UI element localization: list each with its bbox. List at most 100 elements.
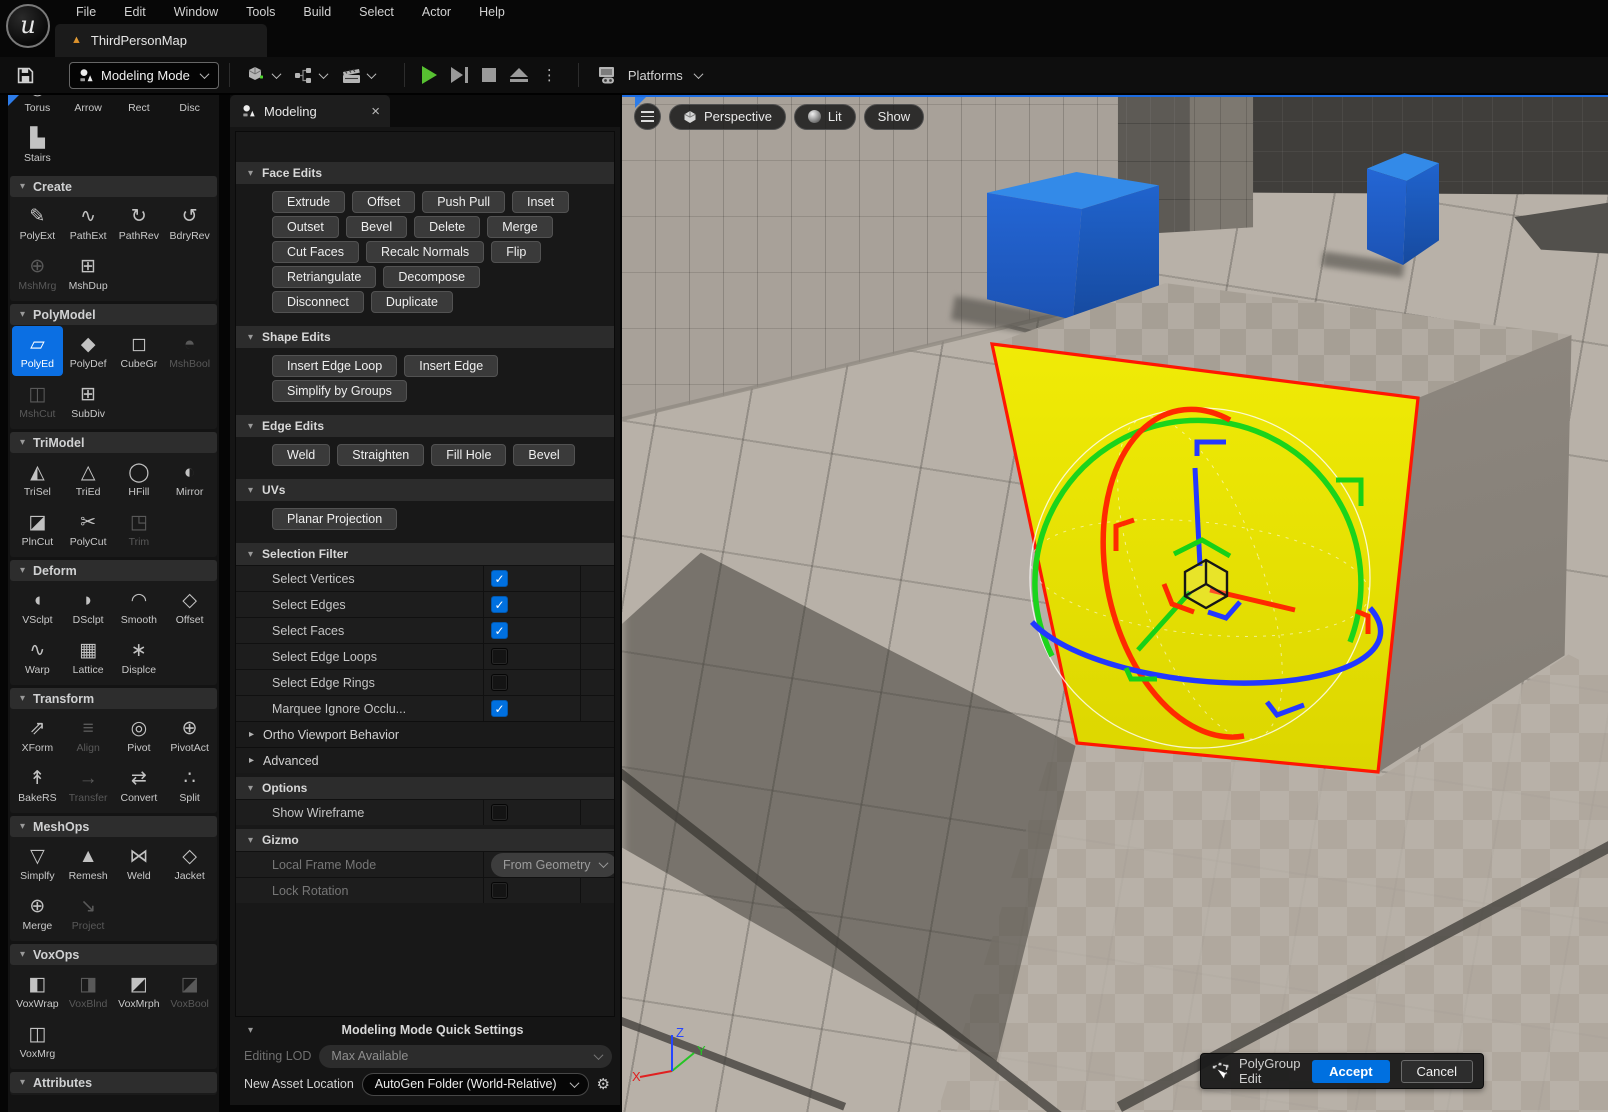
tool-offset[interactable]: ◇Offset <box>164 582 215 632</box>
menu-file[interactable]: File <box>62 0 110 24</box>
section-header-shape-edits[interactable]: ▾Shape Edits <box>236 326 614 348</box>
tool-polycut[interactable]: ✂PolyCut <box>63 504 114 554</box>
blueprints-button[interactable] <box>287 60 334 90</box>
tool-vsclpt[interactable]: ◖VSclpt <box>12 582 63 632</box>
checkbox-select-edge-rings[interactable] <box>491 674 508 691</box>
gizmo-axis-z-blue[interactable] <box>1195 468 1200 566</box>
gizmo-rotate-blue-arc[interactable] <box>1032 608 1381 683</box>
tool-dsclpt[interactable]: ◗DSclpt <box>63 582 114 632</box>
palette-section-meshops[interactable]: ▾MeshOps <box>10 816 217 837</box>
button-decompose[interactable]: Decompose <box>383 266 480 288</box>
tool-trisel[interactable]: ◭TriSel <box>12 454 63 504</box>
cancel-button[interactable]: Cancel <box>1401 1060 1473 1083</box>
section-header-selection-filter[interactable]: ▾Selection Filter <box>236 543 614 565</box>
tool-polydef[interactable]: ◆PolyDef <box>63 326 114 376</box>
button-disconnect[interactable]: Disconnect <box>272 291 364 313</box>
tool-voxmrg[interactable]: ◫VoxMrg <box>12 1016 63 1066</box>
tool-convert[interactable]: ⇄Convert <box>114 760 165 810</box>
palette-section-attributes[interactable]: ▾Attributes <box>10 1072 217 1093</box>
section-header-gizmo[interactable]: ▾Gizmo <box>236 829 614 851</box>
menu-actor[interactable]: Actor <box>408 0 465 24</box>
checkbox-select-vertices[interactable] <box>491 570 508 587</box>
palette-section-polymodel[interactable]: ▾PolyModel <box>10 304 217 325</box>
tool-disc[interactable]: ◑Disc <box>164 95 215 120</box>
tool-plncut[interactable]: ◪PlnCut <box>12 504 63 554</box>
tool-rect[interactable]: ▭Rect <box>114 95 165 120</box>
button-bevel[interactable]: Bevel <box>346 216 407 238</box>
button-retriangulate[interactable]: Retriangulate <box>272 266 376 288</box>
save-button[interactable] <box>10 60 41 90</box>
tool-bdryrev[interactable]: ↺BdryRev <box>164 198 215 248</box>
gizmo-axis-y-green[interactable] <box>1138 592 1190 650</box>
tool-mshdup[interactable]: ⊞MshDup <box>63 248 114 298</box>
tool-pathext[interactable]: ∿PathExt <box>63 198 114 248</box>
cinematics-button[interactable] <box>334 60 382 90</box>
button-planar-projection[interactable]: Planar Projection <box>272 508 397 530</box>
section-header-uvs[interactable]: ▾UVs <box>236 479 614 501</box>
section-header-edge-edits[interactable]: ▾Edge Edits <box>236 415 614 437</box>
eject-button[interactable] <box>503 60 535 90</box>
tool-pivot[interactable]: ◎Pivot <box>114 710 165 760</box>
button-inset[interactable]: Inset <box>512 191 569 213</box>
button-offset[interactable]: Offset <box>352 191 415 213</box>
tool-voxmrph[interactable]: ◩VoxMrph <box>114 966 165 1016</box>
checkbox-select-edge-loops[interactable] <box>491 648 508 665</box>
button-insert-edge-loop[interactable]: Insert Edge Loop <box>272 355 397 377</box>
button-cut-faces[interactable]: Cut Faces <box>272 241 359 263</box>
tool-subdiv[interactable]: ⊞SubDiv <box>63 376 114 426</box>
tool-displce[interactable]: ∗Displce <box>114 632 165 682</box>
menu-build[interactable]: Build <box>289 0 345 24</box>
tool-pivotact[interactable]: ⊕PivotAct <box>164 710 215 760</box>
perspective-dropdown[interactable]: Perspective <box>669 104 786 130</box>
menu-window[interactable]: Window <box>160 0 232 24</box>
button-recalc-normals[interactable]: Recalc Normals <box>366 241 484 263</box>
button-fill-hole[interactable]: Fill Hole <box>431 444 506 466</box>
tool-simplfy[interactable]: ▽Simplfy <box>12 838 63 888</box>
tool-jacket[interactable]: ◇Jacket <box>164 838 215 888</box>
show-flags-dropdown[interactable]: Show <box>864 104 925 130</box>
tool-bakers[interactable]: ↟BakeRS <box>12 760 63 810</box>
checkbox-show-wireframe[interactable] <box>491 804 508 821</box>
play-button[interactable] <box>415 60 444 90</box>
add-actor-button[interactable] <box>240 60 287 90</box>
tool-tried[interactable]: △TriEd <box>63 454 114 504</box>
platforms-dropdown[interactable]: Platforms <box>589 60 709 90</box>
accept-button[interactable]: Accept <box>1312 1060 1389 1083</box>
tool-torus[interactable]: ◎Torus <box>12 95 63 120</box>
gizmo-bracket-blue-top[interactable] <box>1197 442 1226 456</box>
palette-section-transform[interactable]: ▾Transform <box>10 688 217 709</box>
tool-xform[interactable]: ⇗XForm <box>12 710 63 760</box>
menu-help[interactable]: Help <box>465 0 519 24</box>
button-push-pull[interactable]: Push Pull <box>422 191 505 213</box>
palette-section-voxops[interactable]: ▾VoxOps <box>10 944 217 965</box>
section-advanced[interactable]: ▸Advanced <box>236 747 614 773</box>
viewport-3d[interactable]: Perspective Lit Show X Y Z PolyGroup Edi… <box>622 95 1608 1112</box>
rotation-gizmo[interactable] <box>990 368 1410 788</box>
palette-section-deform[interactable]: ▾Deform <box>10 560 217 581</box>
checkbox-marquee-ignore-occlu[interactable] <box>491 700 508 717</box>
tool-hfill[interactable]: ◯HFill <box>114 454 165 504</box>
tab-modeling[interactable]: Modeling × <box>230 95 390 127</box>
button-merge[interactable]: Merge <box>487 216 552 238</box>
tool-arrow[interactable]: ↗Arrow <box>63 95 114 120</box>
mode-selector-dropdown[interactable]: Modeling Mode <box>69 62 219 89</box>
gizmo-plane-handle-green[interactable] <box>1174 540 1230 556</box>
button-simplify-by-groups[interactable]: Simplify by Groups <box>272 380 407 402</box>
palette-section-trimodel[interactable]: ▾TriModel <box>10 432 217 453</box>
button-flip[interactable]: Flip <box>491 241 541 263</box>
tool-polyed[interactable]: ▱PolyEd <box>12 326 63 376</box>
tool-split[interactable]: ∴Split <box>164 760 215 810</box>
checkbox-select-edges[interactable] <box>491 596 508 613</box>
button-weld[interactable]: Weld <box>272 444 330 466</box>
tool-polyext[interactable]: ✎PolyExt <box>12 198 63 248</box>
button-outset[interactable]: Outset <box>272 216 339 238</box>
new-asset-location-dropdown[interactable]: AutoGen Folder (World-Relative) <box>362 1073 589 1096</box>
gear-icon[interactable]: ⚙ <box>597 1075 610 1093</box>
tab-thirdpersonmap[interactable]: ▲ ThirdPersonMap <box>55 24 267 57</box>
stop-button[interactable] <box>475 60 503 90</box>
tool-smooth[interactable]: ◠Smooth <box>114 582 165 632</box>
palette-section-create[interactable]: ▾Create <box>10 176 217 197</box>
tool-lattice[interactable]: ▦Lattice <box>63 632 114 682</box>
tool-weld[interactable]: ⋈Weld <box>114 838 165 888</box>
section-ortho-viewport-behavior[interactable]: ▸Ortho Viewport Behavior <box>236 721 614 747</box>
